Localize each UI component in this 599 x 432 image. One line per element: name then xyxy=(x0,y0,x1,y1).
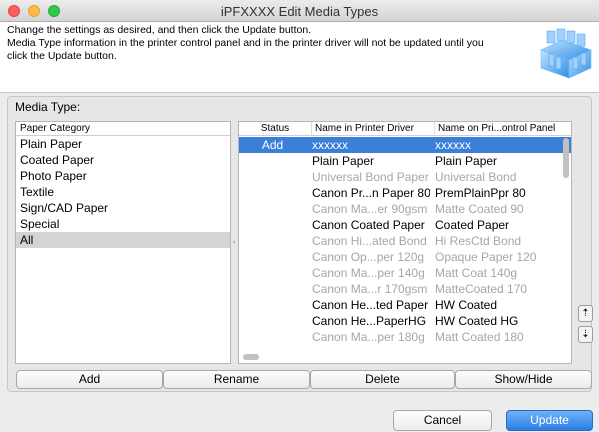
driver-name-cell: Canon Hi...ated Bond xyxy=(312,234,427,248)
split-view-divider[interactable] xyxy=(231,121,238,364)
vertical-scrollbar[interactable] xyxy=(563,138,569,178)
status-cell xyxy=(239,217,306,233)
instructions-text: Change the settings as desired, and then… xyxy=(7,24,527,63)
panel-name-cell: Matt Coat 140g xyxy=(435,266,518,280)
table-row[interactable]: Add xxxxxx xxxxxx xyxy=(239,137,571,153)
table-row[interactable]: Canon Op...per 120g Opaque Paper 120 xyxy=(239,249,571,265)
column-header-driver-name[interactable]: Name in Printer Driver xyxy=(312,122,435,136)
instruction-line: Change the settings as desired, and then… xyxy=(7,24,312,36)
driver-name-cell: Plain Paper xyxy=(312,154,375,168)
status-cell xyxy=(239,201,306,217)
table-row[interactable]: Plain Paper Plain Paper xyxy=(239,153,571,169)
move-down-button[interactable]: ⇣ xyxy=(578,326,593,343)
status-cell xyxy=(239,265,306,281)
panel-name-cell: HW Coated HG xyxy=(435,314,519,328)
driver-name-cell: Canon Coated Paper xyxy=(312,218,425,232)
category-item-photo-paper[interactable]: Photo Paper xyxy=(16,168,230,184)
table-row[interactable]: Canon Hi...ated Bond Hi ResCtd Bond xyxy=(239,233,571,249)
table-row[interactable]: Canon Pr...n Paper 80 PremPlainPpr 80 xyxy=(239,185,571,201)
table-row[interactable]: Canon He...PaperHG HW Coated HG xyxy=(239,313,571,329)
driver-name-cell: Canon He...ted Paper xyxy=(312,298,429,312)
cancel-button[interactable]: Cancel xyxy=(393,410,492,431)
horizontal-scrollbar[interactable] xyxy=(243,354,259,360)
show-hide-button[interactable]: Show/Hide xyxy=(455,370,592,389)
instruction-line: Media Type information in the printer co… xyxy=(7,37,484,49)
category-item-all[interactable]: All xyxy=(16,232,230,248)
panel-name-cell: Matte Coated 90 xyxy=(435,202,524,216)
panel-name-cell: Plain Paper xyxy=(435,154,498,168)
category-item-coated-paper[interactable]: Coated Paper xyxy=(16,152,230,168)
driver-name-cell: Canon Ma...r 170gsm xyxy=(312,282,428,296)
panel-name-cell: Coated Paper xyxy=(435,218,510,232)
media-type-table[interactable]: Status Name in Printer Driver Name on Pr… xyxy=(238,121,572,364)
table-row[interactable]: Canon He...ted Paper HW Coated xyxy=(239,297,571,313)
driver-name-cell: Canon Ma...er 90gsm xyxy=(312,202,428,216)
paper-category-list[interactable]: Paper Category Plain Paper Coated Paper … xyxy=(15,121,231,364)
table-row[interactable]: Canon Coated Paper Coated Paper xyxy=(239,217,571,233)
panel-name-cell: xxxxxx xyxy=(435,138,471,152)
category-item-sign-cad-paper[interactable]: Sign/CAD Paper xyxy=(16,200,230,216)
table-row[interactable]: Canon Ma...er 90gsm Matte Coated 90 xyxy=(239,201,571,217)
status-cell xyxy=(239,233,306,249)
media-type-label: Media Type: xyxy=(15,100,81,114)
paper-category-header[interactable]: Paper Category xyxy=(16,122,230,136)
panel-name-cell: Opaque Paper 120 xyxy=(435,250,537,264)
driver-name-cell: xxxxxx xyxy=(312,138,348,152)
divider-grip xyxy=(233,241,235,243)
move-up-icon: ⇡ xyxy=(581,308,590,319)
title-bar: iPFXXXX Edit Media Types xyxy=(0,0,599,22)
add-button[interactable]: Add xyxy=(16,370,163,389)
category-item-special[interactable]: Special xyxy=(16,216,230,232)
driver-name-cell: Canon Pr...n Paper 80 xyxy=(312,186,430,200)
delete-button[interactable]: Delete xyxy=(310,370,455,389)
table-row[interactable]: Universal Bond Paper Universal Bond xyxy=(239,169,571,185)
status-cell xyxy=(239,297,306,313)
category-item-plain-paper[interactable]: Plain Paper xyxy=(16,136,230,152)
table-row[interactable]: Canon Ma...per 180g Matt Coated 180 xyxy=(239,329,571,345)
panel-name-cell: MatteCoated 170 xyxy=(435,282,528,296)
driver-name-cell: Canon Ma...per 180g xyxy=(312,330,425,344)
status-cell xyxy=(239,185,306,201)
move-down-icon: ⇣ xyxy=(581,329,590,340)
panel-name-cell: HW Coated xyxy=(435,298,498,312)
status-cell xyxy=(239,313,306,329)
panel-name-cell: PremPlainPpr 80 xyxy=(435,186,526,200)
update-button[interactable]: Update xyxy=(506,410,593,431)
panel-name-cell: Universal Bond xyxy=(435,170,517,184)
rename-button[interactable]: Rename xyxy=(163,370,310,389)
driver-name-cell: Universal Bond Paper xyxy=(312,170,429,184)
status-cell xyxy=(239,153,306,169)
status-cell xyxy=(239,281,306,297)
column-header-panel-name[interactable]: Name on Pri...ontrol Panel xyxy=(435,122,571,136)
instructions-panel: Change the settings as desired, and then… xyxy=(0,22,599,93)
panel-name-cell: Hi ResCtd Bond xyxy=(435,234,522,248)
status-cell xyxy=(239,249,306,265)
status-cell xyxy=(239,329,306,345)
instruction-line: click the Update button. xyxy=(7,50,117,62)
driver-name-cell: Canon Ma...per 140g xyxy=(312,266,425,280)
table-row[interactable]: Canon Ma...per 140g Matt Coat 140g xyxy=(239,265,571,281)
driver-name-cell: Canon Op...per 120g xyxy=(312,250,425,264)
status-cell: Add xyxy=(261,138,284,152)
category-item-textile[interactable]: Textile xyxy=(16,184,230,200)
table-row[interactable]: Canon Ma...r 170gsm MatteCoated 170 xyxy=(239,281,571,297)
driver-name-cell: Canon He...PaperHG xyxy=(312,314,427,328)
column-header-status[interactable]: Status xyxy=(239,122,312,136)
status-cell xyxy=(239,169,306,185)
move-up-button[interactable]: ⇡ xyxy=(578,305,593,322)
window-title: iPFXXXX Edit Media Types xyxy=(220,4,379,19)
media-stack-icon xyxy=(540,28,592,79)
panel-name-cell: Matt Coated 180 xyxy=(435,330,524,344)
